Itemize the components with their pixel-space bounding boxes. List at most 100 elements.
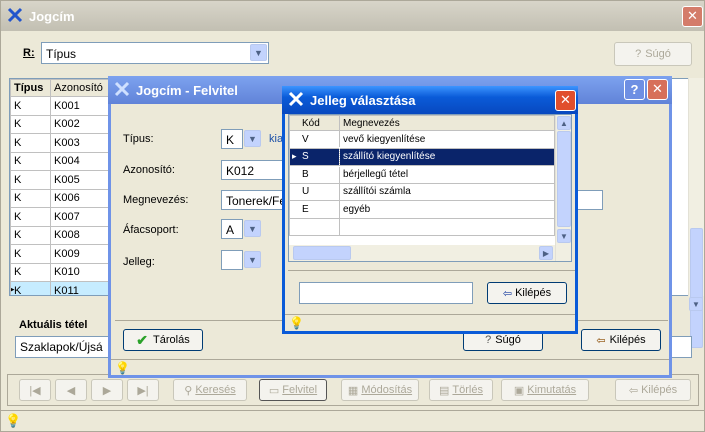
main-table-row[interactable]: K K006 <box>10 188 112 208</box>
jelleg-scroll-down[interactable]: ▼ <box>557 229 571 243</box>
delete-button[interactable]: ▤ Törlés <box>429 379 493 401</box>
felvitel-help-icon-button[interactable]: ? <box>624 79 645 100</box>
jelleg-list-row[interactable]: Uszállítói számla <box>289 182 555 201</box>
jelleg-cell-code: U <box>289 182 340 201</box>
tipus-suffix: kia <box>269 133 284 145</box>
search-label: Keresés <box>195 384 236 396</box>
modify-button[interactable]: ▦ Módosítás <box>341 379 419 401</box>
cell-azonosito: K006 <box>50 188 112 208</box>
jelleg-exit-button[interactable]: ⇦ Kilépés <box>487 282 567 304</box>
jelleg-col-code[interactable]: Kód <box>289 115 340 131</box>
jelleg-dropdown-button[interactable]: ▼ <box>244 251 261 268</box>
new-record-icon: ▭ <box>268 384 280 397</box>
azonosito-label: Azonosító: <box>123 164 175 176</box>
cell-azonosito: K005 <box>50 170 112 190</box>
afacsoport-dropdown-button[interactable]: ▼ <box>244 220 261 237</box>
filter-select[interactable]: Típus <box>41 42 269 64</box>
new-button[interactable]: ▭ Felvitel <box>259 379 327 401</box>
cell-tipus: K <box>10 262 51 282</box>
main-table-row[interactable]: K K004 <box>10 151 112 171</box>
main-table-row[interactable]: K K002 <box>10 114 112 134</box>
felvitel-title: Jogcím - Felvitel <box>136 82 238 98</box>
col-header-tipus[interactable]: Típus <box>10 79 51 97</box>
main-grid-scrollbar[interactable] <box>688 78 704 348</box>
filter-value: Típus <box>46 47 77 61</box>
jelleg-col-name[interactable]: Megnevezés <box>339 115 555 131</box>
main-titlebar: Jogcím <box>1 1 704 31</box>
cell-azonosito: K003 <box>50 133 112 153</box>
azonosito-field[interactable]: K012 <box>221 160 289 180</box>
jelleg-cell-name: vevő kiegyenlítése <box>339 130 555 149</box>
tipus-dropdown-button[interactable]: ▼ <box>244 130 261 147</box>
main-scroll-down[interactable]: ▼ <box>689 297 703 311</box>
jelleg-cell-name: szállítói számla <box>339 182 555 201</box>
nav-last-button[interactable]: ▶| <box>127 379 159 401</box>
jelleg-hscrollbar[interactable]: ▶ <box>289 245 555 261</box>
new-label: Felvitel <box>282 384 318 396</box>
main-help-button[interactable]: ? Súgó <box>614 42 692 66</box>
main-scroll-thumb[interactable] <box>690 228 703 348</box>
tipus-label: Típus: <box>123 133 154 145</box>
filter-dropdown-button[interactable]: ▼ <box>250 44 267 61</box>
jelleg-list-row[interactable]: Bbérjellegű tétel <box>289 165 555 184</box>
main-table-row[interactable]: K K003 <box>10 133 112 153</box>
jelleg-vscroll-thumb[interactable] <box>557 131 571 227</box>
main-table-row[interactable]: ▸KK011 <box>10 281 112 295</box>
main-table-row[interactable]: K K001 <box>10 96 112 116</box>
report-button[interactable]: ▣ Kimutatás <box>501 379 589 401</box>
jelleg-scroll-right[interactable]: ▶ <box>539 246 553 260</box>
jelleg-vscrollbar[interactable]: ▲ ▼ <box>555 115 571 261</box>
jelleg-hscroll-thumb[interactable] <box>293 246 351 260</box>
main-close-button[interactable]: ✕ <box>682 6 703 27</box>
main-table-row[interactable]: K K005 <box>10 170 112 190</box>
jelleg-list-row[interactable]: Vvevő kiegyenlítése <box>289 130 555 149</box>
felvitel-close-button[interactable]: ✕ <box>647 79 668 100</box>
afacsoport-field[interactable]: A <box>221 219 243 239</box>
jelleg-dialog: Jelleg választása ✕ Kód Megnevezés Vvevő… <box>282 86 578 334</box>
checkmark-icon: ✔ <box>136 331 149 348</box>
jelleg-scroll-up[interactable]: ▲ <box>557 116 571 130</box>
tipus-value: K <box>226 133 235 147</box>
cell-tipus: K <box>10 207 51 227</box>
felvitel-help-label: Súgó <box>495 334 521 346</box>
cell-tipus: K <box>10 133 51 153</box>
jelleg-titlebar: Jelleg választása <box>282 86 578 114</box>
afacsoport-value: A <box>226 223 235 237</box>
search-button[interactable]: ⚲ Keresés <box>173 379 247 401</box>
current-row-marker-icon: ▸ <box>292 150 297 161</box>
jelleg-list-row[interactable]: Eegyéb <box>289 200 555 219</box>
jelleg-close-button[interactable]: ✕ <box>555 90 576 111</box>
felvitel-exit-label: Kilépés <box>609 334 646 346</box>
lightbulb-icon: 💡 <box>115 360 130 375</box>
felvitel-exit-button[interactable]: ⇦ Kilépés <box>581 329 661 351</box>
main-table-row[interactable]: K K009 <box>10 244 112 264</box>
afacsoport-label: Áfacsoport: <box>123 224 179 236</box>
cell-tipus: K <box>10 114 51 134</box>
nav-first-button[interactable]: |◀ <box>19 379 51 401</box>
exit-door-icon: ⇦ <box>596 334 606 347</box>
felvitel-statusbar: 💡 <box>111 359 669 375</box>
jelleg-label: Jelleg: <box>123 256 155 268</box>
jelleg-cell-code: B <box>289 165 340 184</box>
jelleg-field[interactable] <box>221 250 243 270</box>
jelleg-search-input[interactable] <box>299 282 473 304</box>
col-header-azonosito[interactable]: Azonosító <box>50 79 112 97</box>
help-icon: ? <box>635 48 642 60</box>
delete-icon: ▤ <box>439 384 450 397</box>
current-item-field[interactable]: Szaklapok/Újsá <box>15 336 115 358</box>
main-table-row[interactable]: K K007 <box>10 207 112 227</box>
current-item-label: Aktuális tétel <box>19 319 88 331</box>
modify-label: Módosítás <box>361 384 413 396</box>
main-table-row[interactable]: K K010 <box>10 262 112 282</box>
tipus-field[interactable]: K <box>221 129 243 149</box>
nav-next-button[interactable]: ▶ <box>91 379 123 401</box>
jelleg-table-header: Kód Megnevezés <box>289 115 555 131</box>
main-table-row[interactable]: K K008 <box>10 225 112 245</box>
jelleg-list-row[interactable]: ▸ Sszállító kiegyenlítése <box>289 147 556 167</box>
main-exit-button[interactable]: ⇦ Kilépés <box>615 379 691 401</box>
main-exit-label: Kilépés <box>641 384 678 396</box>
save-button[interactable]: ✔ Tárolás <box>123 329 203 351</box>
nav-prev-button[interactable]: ◀ <box>55 379 87 401</box>
jelleg-empty-row <box>289 217 555 236</box>
jelleg-cell-code: V <box>289 130 340 149</box>
